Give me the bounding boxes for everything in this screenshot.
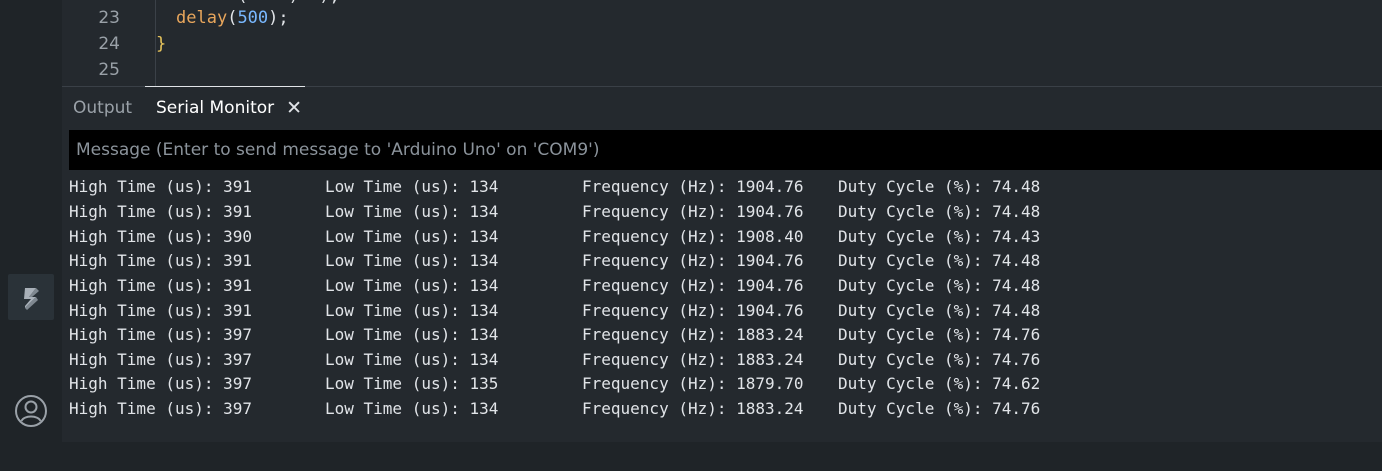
- output-line: High Time (us): 391 Low Time (us): 134 F…: [69, 301, 1369, 325]
- duty-cycle-value: Duty Cycle (%): 74.48: [838, 251, 1041, 270]
- duty-cycle-value: Duty Cycle (%): 74.48: [838, 177, 1041, 196]
- activity-bar: [0, 0, 62, 471]
- code-text: }: [156, 34, 166, 54]
- code-text: delay(500);: [176, 8, 289, 28]
- function-token: delay: [176, 8, 228, 28]
- number-token: 500: [237, 8, 269, 28]
- brace-token: }: [156, 34, 167, 54]
- low-time-value: Low Time (us): 134: [325, 251, 499, 270]
- sketchbook-icon: [24, 288, 39, 310]
- line-number: 25: [98, 60, 120, 80]
- line-number: 24: [98, 34, 120, 54]
- output-line: High Time (us): 390 Low Time (us): 134 F…: [69, 227, 1369, 251]
- frequency-value: Frequency (Hz): 1904.76: [582, 276, 804, 295]
- code-line[interactable]: 23 delay(500);: [62, 8, 1382, 34]
- output-line: High Time (us): 397 Low Time (us): 135 F…: [69, 374, 1369, 398]
- message-box: [69, 130, 1382, 170]
- low-time-value: Low Time (us): 134: [325, 227, 499, 246]
- output-line: High Time (us): 391 Low Time (us): 134 F…: [69, 276, 1369, 300]
- high-time-value: High Time (us): 391: [69, 301, 253, 320]
- output-line: High Time (us): 397 Low Time (us): 134 F…: [69, 399, 1369, 423]
- duty-cycle-value: Duty Cycle (%): 74.76: [838, 399, 1041, 418]
- code-line[interactable]: 24 }: [62, 34, 1382, 60]
- low-time-value: Low Time (us): 134: [325, 177, 499, 196]
- duty-cycle-value: Duty Cycle (%): 74.43: [838, 227, 1041, 246]
- high-time-value: High Time (us): 397: [69, 374, 253, 393]
- duty-cycle-value: Duty Cycle (%): 74.76: [838, 325, 1041, 344]
- status-strip: [62, 442, 1382, 471]
- high-time-value: High Time (us): 397: [69, 399, 253, 418]
- high-time-value: High Time (us): 391: [69, 251, 253, 270]
- output-line: High Time (us): 391 Low Time (us): 134 F…: [69, 251, 1369, 275]
- code-editor[interactable]: ( ) ); 23 delay(500); 24 } 25: [62, 0, 1382, 86]
- output-line: High Time (us): 391 Low Time (us): 134 F…: [69, 202, 1369, 226]
- account-button[interactable]: [8, 388, 54, 434]
- high-time-value: High Time (us): 391: [69, 276, 253, 295]
- high-time-value: High Time (us): 391: [69, 202, 253, 221]
- high-time-value: High Time (us): 390: [69, 227, 253, 246]
- output-line: High Time (us): 397 Low Time (us): 134 F…: [69, 325, 1369, 349]
- tab-output[interactable]: Output: [73, 87, 132, 129]
- output-line: High Time (us): 397 Low Time (us): 134 F…: [69, 350, 1369, 374]
- high-time-value: High Time (us): 397: [69, 325, 253, 344]
- frequency-value: Frequency (Hz): 1883.24: [582, 399, 804, 418]
- message-input[interactable]: [76, 130, 1382, 170]
- tab-serial-monitor[interactable]: Serial Monitor ✕: [145, 86, 305, 129]
- tab-label: Output: [73, 98, 133, 118]
- duty-cycle-value: Duty Cycle (%): 74.48: [838, 202, 1041, 221]
- frequency-value: Frequency (Hz): 1904.76: [582, 177, 804, 196]
- frequency-value: Frequency (Hz): 1883.24: [582, 350, 804, 369]
- paren-token: (: [227, 8, 238, 28]
- tab-label: Serial Monitor: [156, 98, 275, 118]
- frequency-value: Frequency (Hz): 1904.76: [582, 251, 804, 270]
- duty-cycle-value: Duty Cycle (%): 74.48: [838, 301, 1041, 320]
- frequency-value: Frequency (Hz): 1908.40: [582, 227, 804, 246]
- high-time-value: High Time (us): 397: [69, 350, 253, 369]
- code-line[interactable]: 25: [62, 60, 1382, 86]
- high-time-value: High Time (us): 391: [69, 177, 253, 196]
- low-time-value: Low Time (us): 134: [325, 276, 499, 295]
- sketchbook-button[interactable]: [8, 274, 54, 320]
- ide-window: ( ) ); 23 delay(500); 24 } 25 Output Ser…: [0, 0, 1382, 471]
- serial-output[interactable]: High Time (us): 391 Low Time (us): 134 F…: [62, 177, 1382, 439]
- output-line: High Time (us): 391 Low Time (us): 134 F…: [69, 177, 1369, 201]
- frequency-value: Frequency (Hz): 1883.24: [582, 325, 804, 344]
- frequency-value: Frequency (Hz): 1904.76: [582, 301, 804, 320]
- frequency-value: Frequency (Hz): 1904.76: [582, 202, 804, 221]
- close-icon[interactable]: ✕: [286, 98, 302, 118]
- low-time-value: Low Time (us): 135: [325, 374, 499, 393]
- low-time-value: Low Time (us): 134: [325, 350, 499, 369]
- account-icon: [15, 395, 47, 427]
- duty-cycle-value: Duty Cycle (%): 74.48: [838, 276, 1041, 295]
- duty-cycle-value: Duty Cycle (%): 74.76: [838, 350, 1041, 369]
- duty-cycle-value: Duty Cycle (%): 74.62: [838, 374, 1041, 393]
- bottom-panel: Output Serial Monitor ✕ High Time (us): …: [62, 86, 1382, 442]
- low-time-value: Low Time (us): 134: [325, 301, 499, 320]
- frequency-value: Frequency (Hz): 1879.70: [582, 374, 804, 393]
- low-time-value: Low Time (us): 134: [325, 325, 499, 344]
- low-time-value: Low Time (us): 134: [325, 399, 499, 418]
- line-number: 23: [98, 8, 120, 28]
- paren-token: );: [268, 8, 289, 28]
- low-time-value: Low Time (us): 134: [325, 202, 499, 221]
